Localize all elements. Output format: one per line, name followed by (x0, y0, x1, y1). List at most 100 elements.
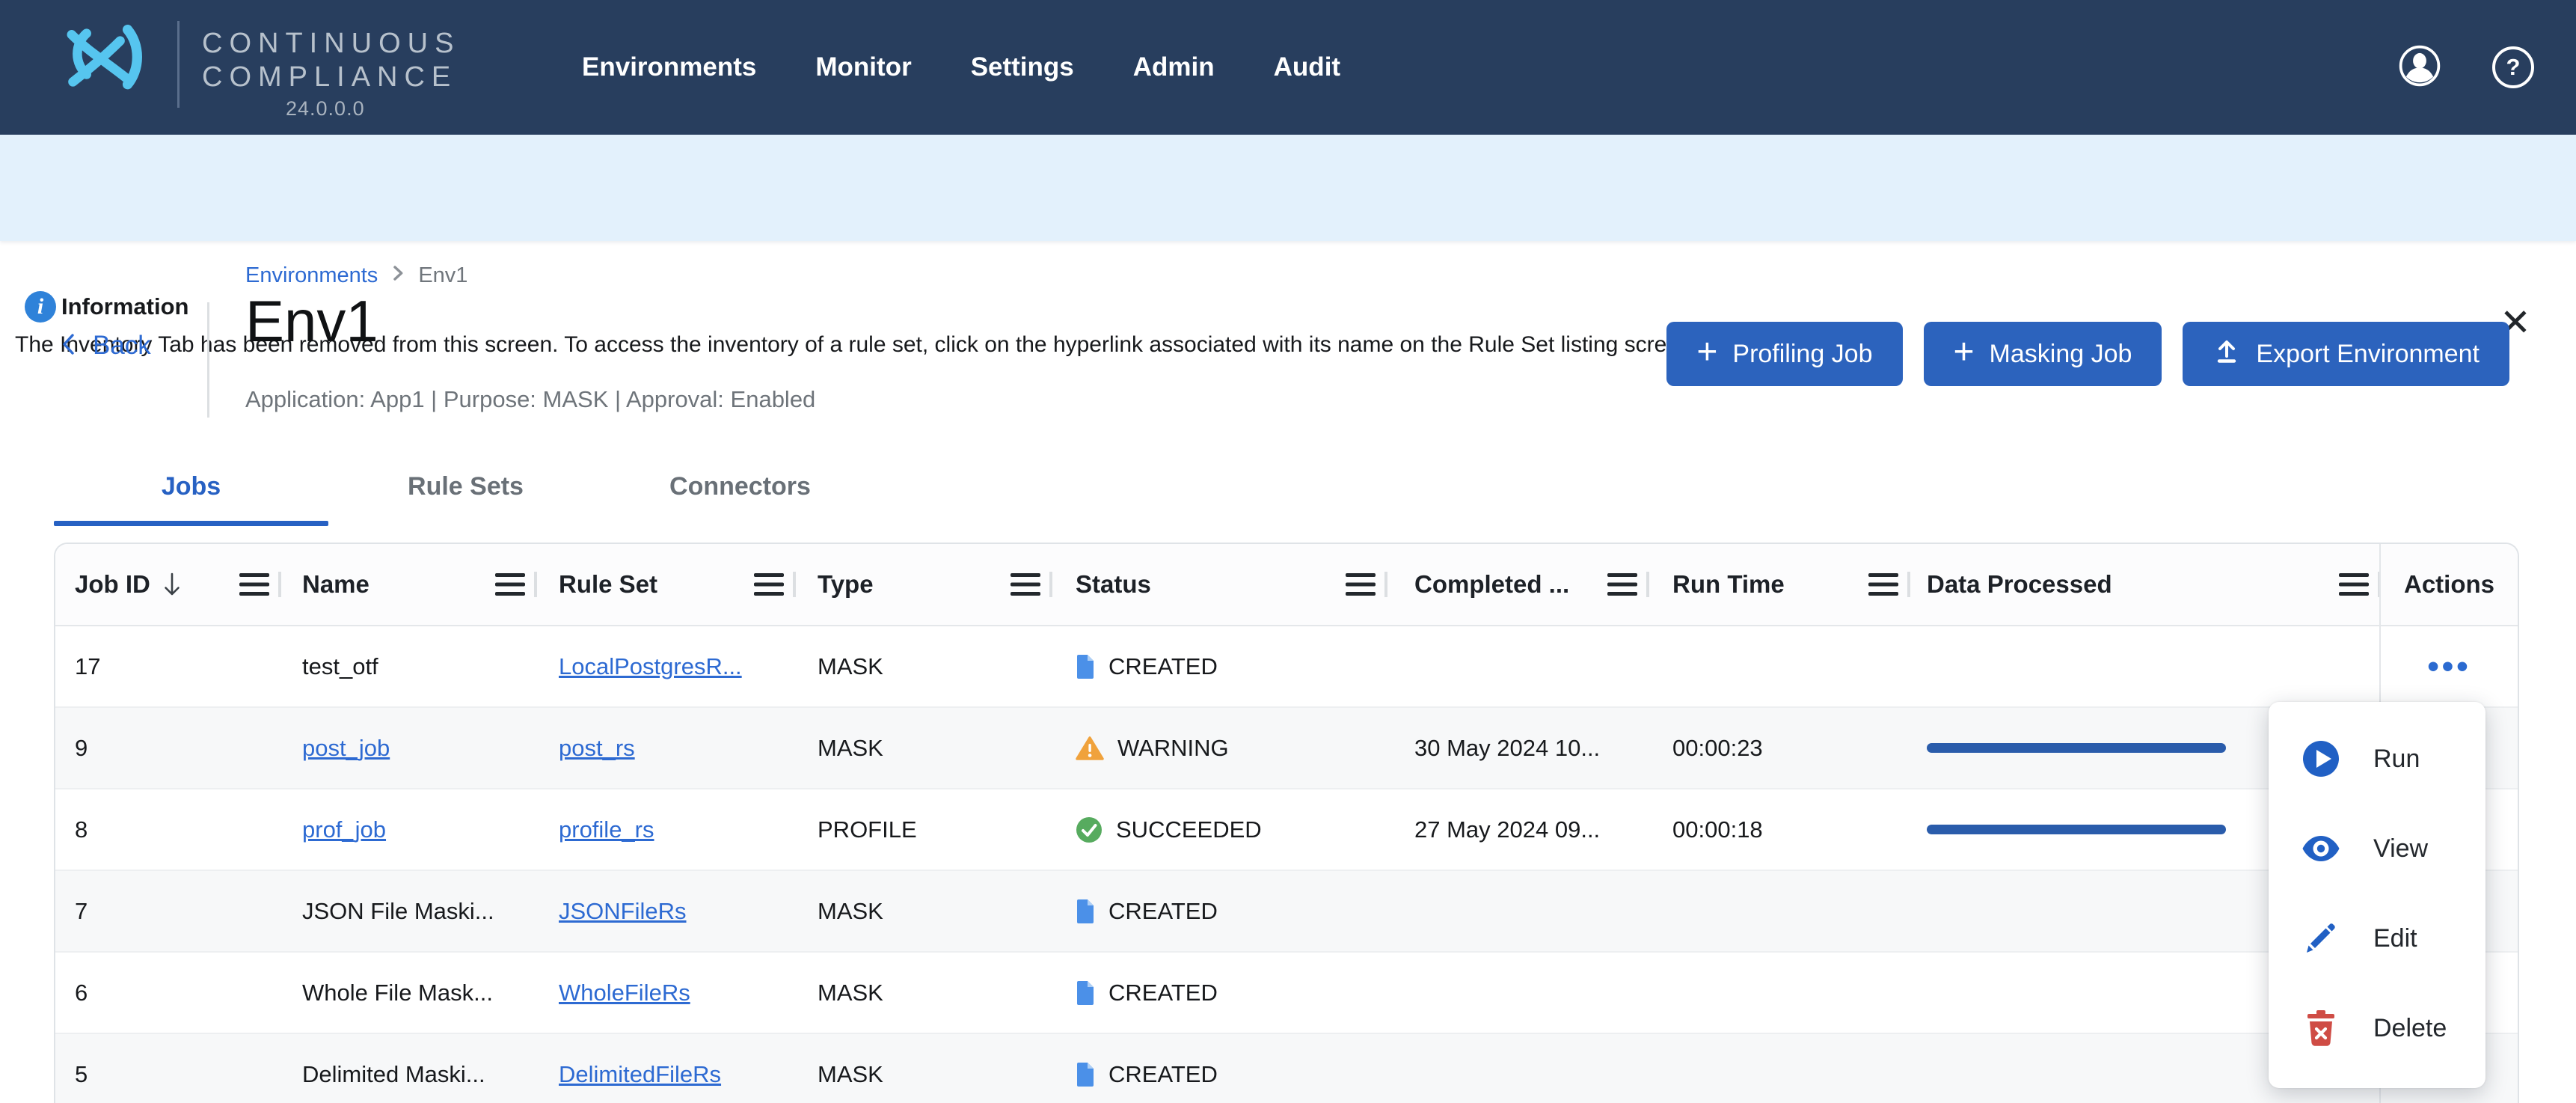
run-time-header-label: Run Time (1672, 570, 1785, 599)
tab-connectors[interactable]: Connectors (603, 447, 877, 526)
job-name: test_otf (302, 653, 378, 680)
job-name-link[interactable]: prof_job (302, 816, 386, 843)
job-type: MASK (818, 653, 883, 680)
created-file-icon (1076, 655, 1095, 679)
job-id-value: 5 (75, 1061, 88, 1088)
nav-item-monitor[interactable]: Monitor (815, 52, 911, 82)
column-header-status[interactable]: Status (1051, 544, 1386, 625)
edit-icon (2301, 921, 2340, 956)
column-menu-icon[interactable] (1868, 573, 1898, 596)
profiling-job-label: Profiling Job (1732, 340, 1872, 369)
menu-item-view[interactable]: View (2269, 804, 2485, 893)
logo-divider (177, 21, 180, 108)
rule-set-link[interactable]: WholeFileRs (559, 980, 690, 1006)
delete-icon (2301, 1009, 2340, 1047)
menu-item-run[interactable]: Run (2269, 714, 2485, 804)
banner-title: Information (61, 293, 189, 320)
menu-item-edit[interactable]: Edit (2269, 893, 2485, 983)
column-menu-icon[interactable] (495, 573, 525, 596)
column-header-type[interactable]: Type (794, 544, 1051, 625)
status-text: CREATED (1108, 898, 1218, 925)
account-icon[interactable] (2398, 44, 2441, 91)
rule-set-link[interactable]: LocalPostgresR... (559, 653, 742, 680)
info-icon: i (25, 291, 56, 323)
back-button[interactable]: Back (58, 331, 151, 361)
run-icon (2301, 740, 2340, 777)
rule-set-link[interactable]: profile_rs (559, 816, 654, 843)
job-id-value: 9 (75, 735, 88, 762)
rule-set-link[interactable]: DelimitedFileRs (559, 1061, 721, 1088)
export-environment-button[interactable]: Export Environment (2183, 322, 2509, 386)
job-id-value: 17 (75, 653, 100, 680)
menu-item-delete[interactable]: Delete (2269, 983, 2485, 1073)
column-header-rule-set[interactable]: Rule Set (536, 544, 794, 625)
job-name: Delimited Maski... (302, 1061, 485, 1088)
tab-jobs[interactable]: Jobs (54, 447, 328, 526)
column-header-data-processed[interactable]: Data Processed (1909, 544, 2379, 625)
column-header-completed[interactable]: Completed ... (1386, 544, 1648, 625)
tab-rule-sets-label: Rule Sets (408, 472, 524, 501)
name-header-label: Name (302, 570, 369, 599)
menu-item-view-label: View (2373, 834, 2428, 864)
nav-item-environments[interactable]: Environments (582, 52, 756, 82)
table-row: 17 test_otf LocalPostgresR... MASK CREAT… (55, 626, 2518, 706)
help-icon[interactable]: ? (2492, 46, 2534, 88)
column-menu-icon[interactable] (1346, 573, 1376, 596)
data-processed-header-label: Data Processed (1927, 570, 2112, 599)
job-type: PROFILE (818, 816, 917, 843)
tab-bar: Jobs Rule Sets Connectors (54, 447, 877, 526)
nav-item-admin[interactable]: Admin (1133, 52, 1215, 82)
warning-icon (1076, 736, 1104, 761)
data-processed-bar (1927, 825, 2226, 834)
rule-set-link[interactable]: post_rs (559, 735, 635, 762)
column-menu-icon[interactable] (1607, 573, 1637, 596)
brand-line2: COMPLIANCE (202, 61, 460, 94)
column-menu-icon[interactable] (2339, 573, 2369, 596)
column-menu-icon[interactable] (754, 573, 784, 596)
created-file-icon (1076, 899, 1095, 923)
table-row: 8 prof_job profile_rs PROFILE SUCCEEDED … (55, 788, 2518, 870)
sort-descending-icon[interactable] (162, 571, 182, 598)
job-id-value: 6 (75, 980, 88, 1006)
column-header-name[interactable]: Name (280, 544, 536, 625)
status-text: CREATED (1108, 1061, 1218, 1088)
column-header-actions: Actions (2379, 544, 2518, 625)
run-time-value: 00:00:18 (1672, 816, 1763, 843)
view-icon (2301, 835, 2340, 862)
column-menu-icon[interactable] (239, 573, 269, 596)
nav-item-audit[interactable]: Audit (1274, 52, 1340, 82)
page-title: Env1 (245, 287, 378, 355)
status-text: WARNING (1117, 735, 1229, 762)
job-name: Whole File Mask... (302, 980, 493, 1006)
back-label: Back (93, 331, 151, 361)
created-file-icon (1076, 981, 1095, 1005)
header-actions: + Profiling Job + Masking Job Export Env… (1666, 322, 2509, 386)
column-menu-icon[interactable] (1011, 573, 1040, 596)
table-row: 7 JSON File Maski... JSONFileRs MASK CRE… (55, 870, 2518, 951)
type-header-label: Type (818, 570, 874, 599)
job-id-value: 7 (75, 898, 88, 925)
menu-item-run-label: Run (2373, 745, 2420, 774)
rule-set-link[interactable]: JSONFileRs (559, 898, 687, 925)
job-type: MASK (818, 735, 883, 762)
app-version: 24.0.0.0 (286, 97, 365, 120)
profiling-job-button[interactable]: + Profiling Job (1666, 322, 1902, 386)
nav-item-settings[interactable]: Settings (971, 52, 1074, 82)
delphix-logo-icon[interactable] (48, 13, 160, 117)
table-row: 6 Whole File Mask... WholeFileRs MASK CR… (55, 951, 2518, 1033)
tab-rule-sets[interactable]: Rule Sets (328, 447, 603, 526)
actions-header-label: Actions (2404, 570, 2494, 599)
masking-job-button[interactable]: + Masking Job (1924, 322, 2162, 386)
column-header-run-time[interactable]: Run Time (1648, 544, 1909, 625)
data-processed-bar (1927, 743, 2226, 753)
status-text: CREATED (1108, 653, 1218, 680)
tab-jobs-label: Jobs (162, 472, 221, 501)
job-type: MASK (818, 1061, 883, 1088)
breadcrumb-environments-link[interactable]: Environments (245, 263, 378, 288)
job-type: MASK (818, 980, 883, 1006)
chevron-right-icon (390, 263, 406, 288)
status-header-label: Status (1076, 570, 1151, 599)
plus-icon: + (1696, 334, 1717, 370)
job-name-link[interactable]: post_job (302, 735, 390, 762)
column-header-job-id[interactable]: Job ID (55, 544, 280, 625)
